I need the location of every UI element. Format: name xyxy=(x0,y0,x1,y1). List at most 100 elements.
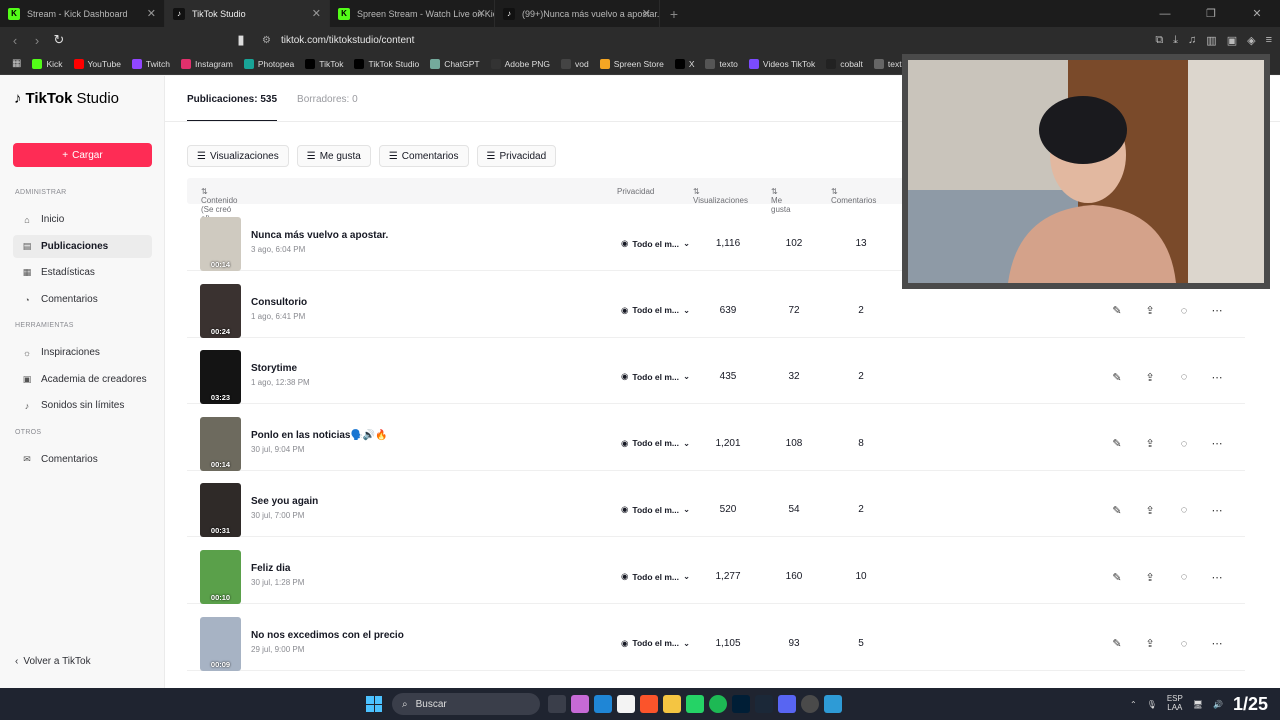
privacy-dropdown[interactable]: ◉ Todo el m... ⌄ xyxy=(621,238,690,249)
comment-icon[interactable]: ◌ xyxy=(1174,367,1194,387)
table-row[interactable]: 03:23 Storytime 1 ago, 12:38 PM ◉ Todo e… xyxy=(187,337,1245,405)
back-to-tiktok-link[interactable]: ‹ Volver a TikTok xyxy=(15,656,91,667)
whatsapp-icon[interactable] xyxy=(686,695,704,713)
video-thumbnail[interactable]: 00:31 xyxy=(200,483,241,538)
col-views[interactable]: Visualizaciones ⇅ xyxy=(693,187,748,205)
privacy-dropdown[interactable]: ◉ Todo el m... ⌄ xyxy=(621,305,690,316)
close-tab-icon[interactable]: ✕ xyxy=(642,7,651,20)
vpn-icon[interactable]: ◈ xyxy=(1247,34,1255,47)
mic-icon[interactable]: 🎙 xyxy=(1147,700,1157,709)
col-likes[interactable]: Me gusta ⇅ xyxy=(771,187,791,214)
sidebar-item-publicaciones[interactable]: ▤ Publicaciones xyxy=(13,235,152,258)
bookmark-item[interactable]: TikTok xyxy=(305,58,343,69)
minimize-icon[interactable]: — xyxy=(1142,0,1188,27)
tab-drafts[interactable]: Borradores: 0 xyxy=(297,94,358,105)
edge-icon[interactable] xyxy=(594,695,612,713)
privacy-dropdown[interactable]: ◉ Todo el m... ⌄ xyxy=(621,638,690,649)
video-title[interactable]: Feliz dia xyxy=(251,563,290,574)
share-icon[interactable]: ⇪ xyxy=(1140,434,1160,454)
sidebar-item-inicio[interactable]: ⌂ Inicio xyxy=(13,208,152,231)
bookmark-item[interactable]: Spreen Store xyxy=(599,58,664,69)
filter-button[interactable]: ☰ Privacidad xyxy=(476,145,557,167)
sidebar-item-comentarios[interactable]: ✉ Comentarios xyxy=(13,448,152,471)
network-icon[interactable]: 🖥 xyxy=(1193,700,1203,709)
discord-icon[interactable] xyxy=(778,695,796,713)
url-field[interactable]: tiktok.com/tiktokstudio/content xyxy=(281,35,414,46)
table-row[interactable]: 00:09 No nos excedimos con el precio 29 … xyxy=(187,604,1245,671)
language-indicator[interactable]: ESP LAA xyxy=(1167,694,1183,713)
privacy-dropdown[interactable]: ◉ Todo el m... ⌄ xyxy=(621,438,690,449)
site-settings-icon[interactable]: ⚙ xyxy=(262,35,271,46)
more-icon[interactable]: ⋯ xyxy=(1207,367,1227,387)
video-title[interactable]: Storytime xyxy=(251,363,297,374)
browser-tab[interactable]: K Stream - Kick Dashboard ✕ xyxy=(0,0,165,27)
more-icon[interactable]: ⋯ xyxy=(1207,301,1227,321)
share-icon[interactable]: ⇪ xyxy=(1140,634,1160,654)
video-title[interactable]: See you again xyxy=(251,496,318,507)
sidebar-icon[interactable]: ▥ xyxy=(1206,34,1216,47)
privacy-dropdown[interactable]: ◉ Todo el m... ⌄ xyxy=(621,504,690,515)
copilot-icon[interactable] xyxy=(571,695,589,713)
sidebar-item-sonidos-sin-límites[interactable]: ♪ Sonidos sin límites xyxy=(13,394,152,417)
sidebar-item-comentarios[interactable]: ◔ Comentarios xyxy=(13,288,152,311)
comment-icon[interactable]: ◌ xyxy=(1174,634,1194,654)
share-icon[interactable]: ⇪ xyxy=(1140,567,1160,587)
spotify-icon[interactable] xyxy=(709,695,727,713)
bookmark-icon[interactable]: ▮ xyxy=(230,32,252,48)
forward-icon[interactable]: › xyxy=(26,33,48,48)
close-window-icon[interactable]: ✕ xyxy=(1234,0,1280,27)
bookmark-item[interactable]: Kick xyxy=(32,58,63,69)
windows-start-icon[interactable] xyxy=(366,696,382,712)
comment-icon[interactable]: ◌ xyxy=(1174,301,1194,321)
video-thumbnail[interactable]: 00:24 xyxy=(200,283,241,338)
col-content[interactable]: Contenido (Se creó el) ⇅ xyxy=(201,187,237,223)
sidebar-item-estadísticas[interactable]: ▦ Estadísticas xyxy=(13,261,152,284)
edit-icon[interactable]: ✎ xyxy=(1107,434,1127,454)
edit-icon[interactable]: ✎ xyxy=(1107,500,1127,520)
video-thumbnail[interactable]: 00:09 xyxy=(200,616,241,671)
back-icon[interactable]: ‹ xyxy=(4,33,26,48)
more-icon[interactable]: ⋯ xyxy=(1207,567,1227,587)
sidebar-item-inspiraciones[interactable]: ☼ Inspiraciones xyxy=(13,341,152,364)
volume-icon[interactable]: 🔊 xyxy=(1213,700,1223,709)
close-tab-icon[interactable]: ✕ xyxy=(312,7,321,20)
browser-tab[interactable]: ♪ TikTok Studio ✕ xyxy=(165,0,330,27)
bookmark-item[interactable]: YouTube xyxy=(73,58,121,69)
more-icon[interactable]: ⋯ xyxy=(1207,500,1227,520)
share-icon[interactable]: ⇪ xyxy=(1140,500,1160,520)
share-icon[interactable]: ⇪ xyxy=(1140,367,1160,387)
video-thumbnail[interactable]: 00:10 xyxy=(200,550,241,604)
bookmark-item[interactable]: vod xyxy=(561,58,589,69)
video-title[interactable]: Nunca más vuelvo a apostar. xyxy=(251,230,388,241)
bookmark-item[interactable]: Photopea xyxy=(243,58,294,69)
video-thumbnail[interactable]: 00:14 xyxy=(200,217,241,271)
apps-icon[interactable]: ▦ xyxy=(12,58,21,69)
close-tab-icon[interactable]: ✕ xyxy=(147,7,156,20)
bookmark-item[interactable]: cobalt xyxy=(826,58,863,69)
close-tab-icon[interactable]: ✕ xyxy=(477,7,486,20)
privacy-dropdown[interactable]: ◉ Todo el m... ⌄ xyxy=(621,571,690,582)
extensions-icon[interactable]: ⧉ xyxy=(1155,34,1163,47)
more-icon[interactable]: ⋯ xyxy=(1207,634,1227,654)
sidebar-item-academia-de-creadores[interactable]: ▣ Academia de creadores xyxy=(13,368,152,391)
taskbar-search[interactable]: ⌕ Buscar xyxy=(392,693,540,715)
bookmark-item[interactable]: Instagram xyxy=(181,58,233,69)
browser-tab[interactable]: ♪ (99+)Nunca más vuelvo a apostar. | T ✕ xyxy=(495,0,660,27)
edit-icon[interactable]: ✎ xyxy=(1107,567,1127,587)
reload-icon[interactable]: ↻ xyxy=(48,32,70,48)
bookmark-item[interactable]: Adobe PNG xyxy=(490,58,550,69)
bookmark-item[interactable]: TikTok Studio xyxy=(354,58,419,69)
bookmark-item[interactable]: texto xyxy=(705,58,738,69)
media-icon[interactable]: ♫ xyxy=(1188,34,1196,46)
tab-posts[interactable]: Publicaciones: 535 xyxy=(187,76,278,122)
table-row[interactable]: 00:14 Ponlo en las noticias🗣️🔊🔥 30 jul, … xyxy=(187,404,1245,471)
video-title[interactable]: No nos excedimos con el precio xyxy=(251,630,404,641)
more-icon[interactable]: ⋯ xyxy=(1207,434,1227,454)
filter-button[interactable]: ☰ Visualizaciones xyxy=(187,145,289,167)
bookmark-item[interactable]: Twitch xyxy=(131,58,170,69)
wallet-icon[interactable]: ▣ xyxy=(1227,34,1237,47)
tiktok-studio-logo[interactable]: ♪ TikTok Studio xyxy=(14,90,119,107)
bookmark-item[interactable]: ChatGPT xyxy=(430,58,480,69)
comment-icon[interactable]: ◌ xyxy=(1174,500,1194,520)
video-thumbnail[interactable]: 03:23 xyxy=(200,350,241,405)
